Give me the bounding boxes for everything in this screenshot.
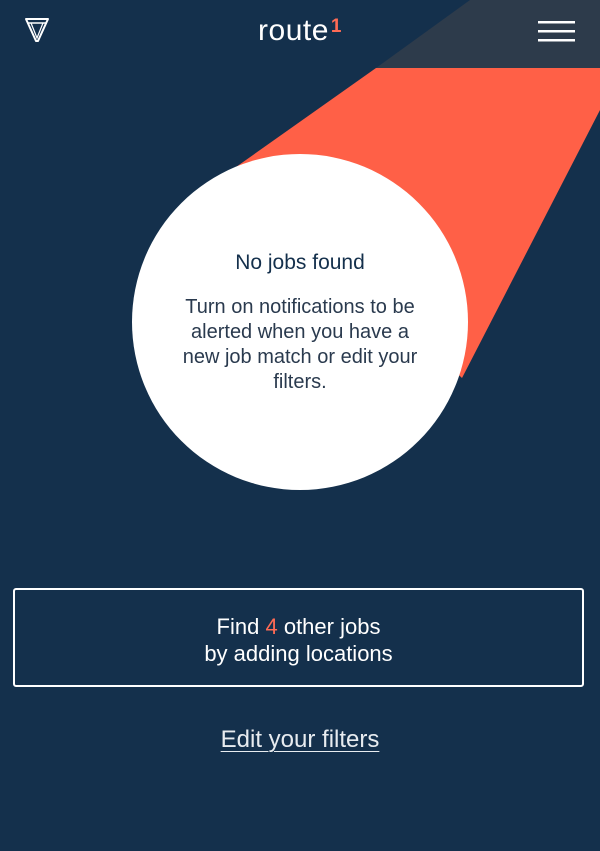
empty-state-circle: No jobs found Turn on notifications to b…	[132, 154, 468, 490]
edit-filters-link[interactable]: Edit your filters	[221, 726, 380, 753]
logo-text: route	[258, 14, 329, 47]
find-other-jobs-button[interactable]: Find 4 other jobs by adding locations	[13, 588, 584, 687]
find-button-prefix: Find	[216, 614, 260, 639]
other-jobs-count: 4	[265, 614, 278, 639]
hamburger-menu-icon[interactable]	[538, 19, 576, 45]
empty-state-message: Turn on notifications to be alerted when…	[182, 296, 418, 393]
find-button-suffix: other jobs	[283, 614, 381, 639]
edit-filters-link-row: Edit your filters	[0, 726, 600, 754]
find-button-line2: by adding locations	[204, 641, 393, 666]
route1-logo: route 1	[0, 14, 600, 48]
find-button-line1: Find 4 other jobs	[15, 613, 582, 641]
app-header: route 1	[0, 0, 600, 68]
logo-superscript: 1	[330, 16, 342, 37]
empty-state-title: No jobs found	[235, 251, 365, 274]
